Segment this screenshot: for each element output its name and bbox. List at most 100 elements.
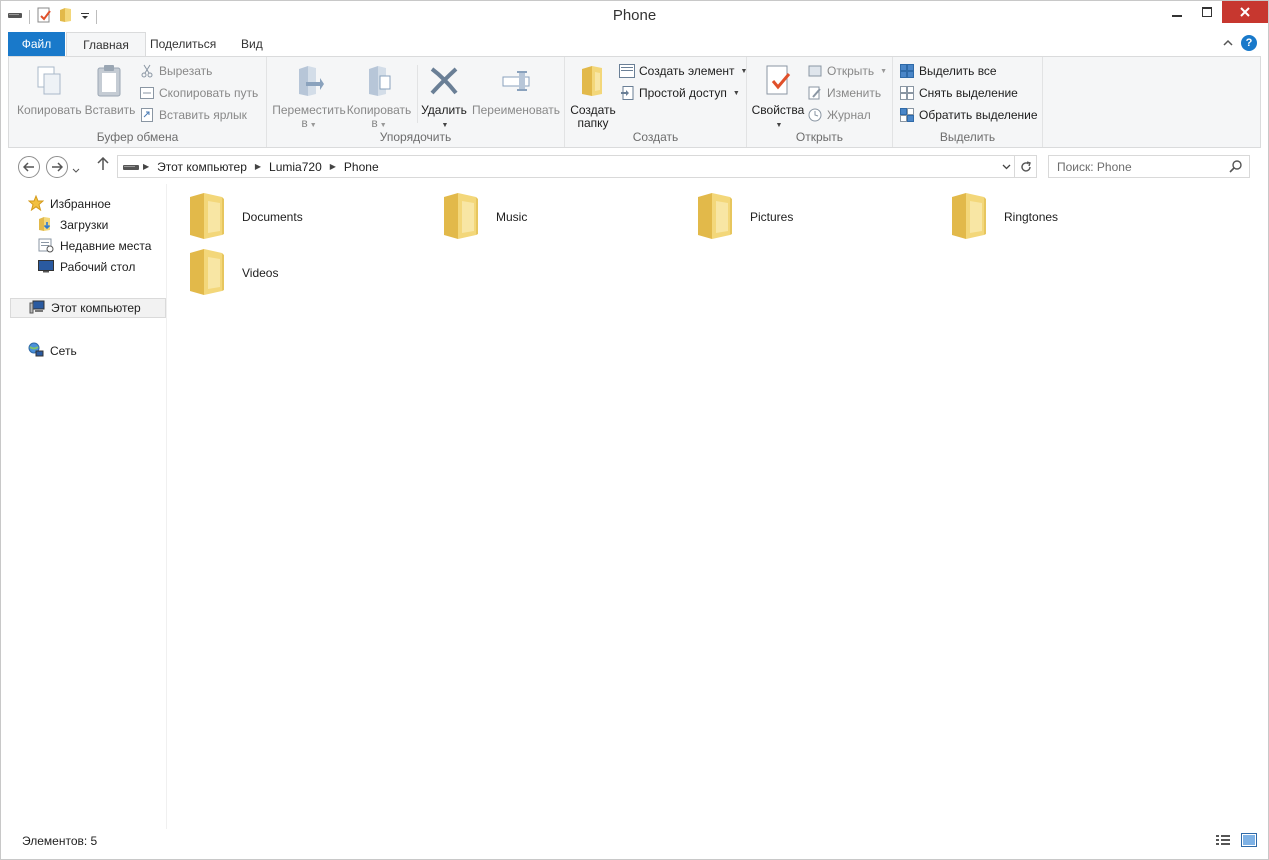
navigation-bar: ▶ Этот компьютер ▶ Lumia720 ▶ Phone bbox=[8, 149, 1261, 183]
search-input[interactable] bbox=[1057, 159, 1227, 174]
select-none-icon bbox=[899, 85, 915, 101]
copy-to-label: Копировать bbox=[346, 103, 412, 117]
paste-shortcut-button[interactable]: Вставить ярлык bbox=[139, 105, 247, 125]
folder-item-documents[interactable]: Documents bbox=[188, 190, 428, 244]
edit-button[interactable]: Изменить bbox=[807, 83, 881, 103]
nav-this-pc[interactable]: Этот компьютер bbox=[10, 298, 166, 318]
crumb-lumia[interactable]: Lumia720 bbox=[264, 160, 327, 174]
move-to-button[interactable]: Переместить в ▼ bbox=[271, 63, 347, 132]
delete-label: Удалить bbox=[421, 103, 467, 117]
maximize-button[interactable] bbox=[1192, 1, 1222, 23]
crumb-arrow-icon[interactable]: ▶ bbox=[140, 162, 152, 171]
close-icon bbox=[1240, 7, 1250, 17]
properties-button[interactable]: Свойства ▼ bbox=[751, 63, 805, 132]
close-button[interactable] bbox=[1222, 1, 1268, 23]
paste-shortcut-label: Вставить ярлык bbox=[159, 108, 247, 122]
large-icons-view-button[interactable] bbox=[1241, 833, 1257, 850]
nav-recent-places-label: Недавние места bbox=[60, 239, 152, 253]
copy-path-button[interactable]: Скопировать путь bbox=[139, 83, 258, 103]
crumb-arrow-icon[interactable]: ▶ bbox=[327, 162, 339, 171]
select-all-button[interactable]: Выделить все bbox=[899, 61, 997, 81]
tab-home[interactable]: Главная bbox=[66, 32, 146, 57]
tab-file[interactable]: Файл bbox=[8, 32, 65, 56]
paste-button[interactable]: Вставить bbox=[83, 63, 137, 117]
nav-this-pc-label: Этот компьютер bbox=[51, 301, 141, 315]
star-icon bbox=[27, 194, 45, 214]
copy-label: Копировать bbox=[17, 103, 82, 117]
invert-selection-button[interactable]: Обратить выделение bbox=[899, 105, 1038, 125]
folder-name: Ringtones bbox=[1004, 210, 1059, 224]
status-bar: Элементов: 5 bbox=[8, 829, 1261, 853]
search-icon[interactable] bbox=[1229, 159, 1243, 176]
new-item-label: Создать элемент bbox=[639, 64, 735, 78]
paste-label: Вставить bbox=[84, 103, 136, 117]
forward-button[interactable] bbox=[46, 156, 68, 178]
details-view-icon bbox=[1216, 835, 1230, 845]
open-button[interactable]: Открыть ▼ bbox=[807, 61, 887, 81]
folder-icon bbox=[696, 191, 736, 244]
nav-downloads[interactable]: Загрузки bbox=[38, 215, 108, 235]
address-dropdown-button[interactable] bbox=[998, 156, 1014, 177]
computer-icon bbox=[29, 299, 45, 318]
select-none-button[interactable]: Снять выделение bbox=[899, 83, 1018, 103]
new-group: Создать папку Создать элемент ▼ Простой д… bbox=[565, 57, 747, 147]
copy-to-button[interactable]: Копировать в ▼ bbox=[345, 63, 413, 132]
search-box[interactable] bbox=[1048, 155, 1250, 178]
crumb-this-pc[interactable]: Этот компьютер bbox=[152, 160, 252, 174]
folder-item-pictures[interactable]: Pictures bbox=[696, 190, 936, 244]
paste-shortcut-icon bbox=[139, 107, 155, 123]
organize-group: Переместить в▼ Копировать в▼ Удалить ▼ bbox=[267, 57, 565, 147]
copy-button[interactable]: Копировать bbox=[17, 63, 82, 117]
ribbon-right-controls: ? bbox=[1223, 35, 1257, 51]
minimize-button[interactable] bbox=[1162, 1, 1192, 23]
details-view-button[interactable] bbox=[1215, 833, 1231, 850]
crumb-arrow-icon[interactable]: ▶ bbox=[252, 162, 264, 171]
new-item-icon bbox=[619, 63, 635, 79]
crumb-phone[interactable]: Phone bbox=[339, 160, 384, 174]
tab-view[interactable]: Вид bbox=[229, 32, 275, 56]
tab-share[interactable]: Поделиться bbox=[138, 32, 228, 56]
rename-button[interactable]: Переименовать bbox=[471, 63, 561, 117]
nav-recent-places[interactable]: Недавние места bbox=[38, 236, 151, 256]
select-group: Выделить все Снять выделение Обратить вы… bbox=[893, 57, 1043, 147]
back-button[interactable] bbox=[18, 156, 40, 178]
folder-item-music[interactable]: Music bbox=[442, 190, 682, 244]
nav-favorites[interactable]: Избранное bbox=[27, 194, 111, 214]
maximize-icon bbox=[1202, 7, 1212, 17]
folder-icon bbox=[188, 191, 228, 244]
history-button[interactable]: Журнал bbox=[807, 105, 871, 125]
new-group-label: Создать bbox=[632, 130, 679, 144]
clipboard-group: Копировать Вставить Вырезать Скопировать… bbox=[9, 57, 267, 147]
chevron-down-icon bbox=[72, 168, 80, 173]
easy-access-button[interactable]: Простой доступ ▼ bbox=[619, 83, 740, 103]
help-icon: ? bbox=[1245, 37, 1253, 49]
refresh-icon bbox=[1020, 160, 1031, 172]
help-button[interactable]: ? bbox=[1241, 35, 1257, 51]
cut-button[interactable]: Вырезать bbox=[139, 61, 212, 81]
folder-name: Documents bbox=[242, 210, 303, 224]
nav-favorites-label: Избранное bbox=[50, 197, 111, 211]
address-bar[interactable]: ▶ Этот компьютер ▶ Lumia720 ▶ Phone bbox=[117, 155, 1037, 178]
explorer-window: Phone Файл Главная Поделиться Вид ? Копи… bbox=[0, 0, 1269, 860]
select-group-label: Выделить bbox=[939, 130, 996, 144]
folder-item-videos[interactable]: Videos bbox=[188, 246, 428, 300]
delete-button[interactable]: Удалить ▼ bbox=[419, 63, 469, 132]
folder-name: Music bbox=[496, 210, 528, 224]
nav-network[interactable]: Сеть bbox=[28, 341, 77, 361]
cut-label: Вырезать bbox=[159, 64, 213, 78]
invert-selection-label: Обратить выделение bbox=[919, 108, 1038, 122]
ribbon-collapse-button[interactable] bbox=[1223, 36, 1233, 50]
open-group: Свойства ▼ Открыть ▼ Изменить Журнал Отк… bbox=[747, 57, 893, 147]
nav-desktop[interactable]: Рабочий стол bbox=[38, 257, 135, 277]
recent-locations-button[interactable] bbox=[72, 163, 80, 177]
open-icon bbox=[807, 63, 823, 79]
folder-item-ringtones[interactable]: Ringtones bbox=[950, 190, 1190, 244]
refresh-button[interactable] bbox=[1014, 156, 1036, 177]
copy-icon bbox=[32, 63, 66, 99]
new-item-button[interactable]: Создать элемент ▼ bbox=[619, 61, 747, 81]
new-folder-button[interactable]: Создать папку bbox=[569, 63, 617, 130]
file-list: Documents Music Pictures Ringtones Video… bbox=[168, 184, 1261, 829]
up-button[interactable] bbox=[97, 156, 109, 175]
nav-downloads-label: Загрузки bbox=[60, 218, 109, 232]
minimize-icon bbox=[1172, 15, 1182, 17]
